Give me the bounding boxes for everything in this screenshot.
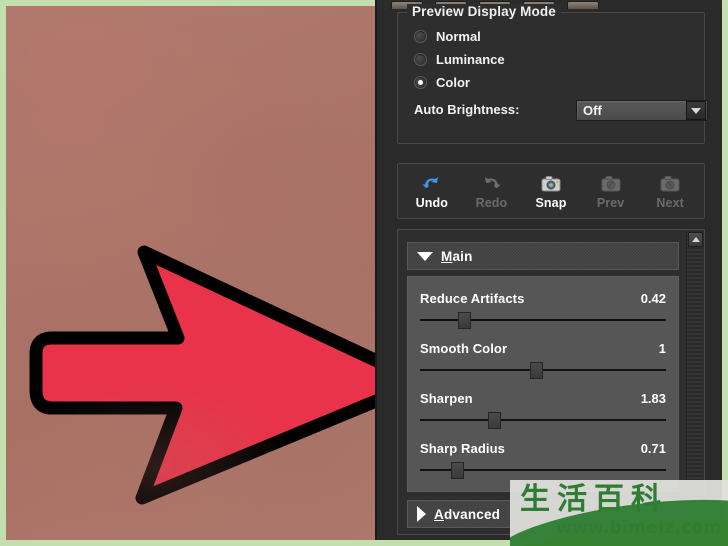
radio-normal-label: Normal <box>436 29 481 44</box>
slider-reduce-artifacts-label: Reduce Artifacts <box>420 291 525 306</box>
section-advanced-rest: dvanced <box>443 506 501 522</box>
section-advanced-accel: A <box>434 506 444 522</box>
prev-label: Prev <box>596 195 625 210</box>
radio-normal[interactable]: Normal <box>414 29 481 44</box>
tab-stub <box>567 1 599 9</box>
slider-reduce-artifacts: Reduce Artifacts 0.42 <box>420 291 666 329</box>
camera-icon <box>539 173 563 195</box>
history-toolbar: Undo Redo Snap Prev Next <box>397 163 705 219</box>
snap-button[interactable]: Snap <box>525 173 577 210</box>
section-header-main[interactable]: Main <box>407 242 679 270</box>
section-main-label: Main <box>441 249 473 264</box>
photo-background <box>6 6 375 540</box>
radio-color-label: Color <box>436 75 470 90</box>
undo-arrow-icon <box>420 173 444 195</box>
triangle-right-icon <box>417 506 426 522</box>
prev-button[interactable]: Prev <box>585 173 637 210</box>
undo-label: Undo <box>415 195 448 210</box>
adjustment-panel: Preview Display Mode Normal Luminance Co… <box>375 0 722 540</box>
adjustments-container: Main Reduce Artifacts 0.42 Smooth Color … <box>397 229 705 535</box>
slider-sharp-radius: Sharp Radius 0.71 <box>420 441 666 479</box>
vertical-scrollbar[interactable] <box>686 231 703 534</box>
chevron-down-icon[interactable] <box>686 101 706 120</box>
next-label: Next <box>656 195 684 210</box>
auto-brightness-select[interactable]: Off <box>576 100 708 121</box>
slider-smooth-color: Smooth Color 1 <box>420 341 666 379</box>
radio-luminance[interactable]: Luminance <box>414 52 505 67</box>
next-button[interactable]: Next <box>644 173 696 210</box>
radio-color-dot[interactable] <box>414 76 427 89</box>
redo-label: Redo <box>475 195 508 210</box>
slider-sharpen-track[interactable] <box>420 412 666 429</box>
slider-smooth-color-thumb[interactable] <box>529 362 543 379</box>
slider-smooth-color-track[interactable] <box>420 362 666 379</box>
slider-sharp-radius-label: Sharp Radius <box>420 441 505 456</box>
auto-brightness-label: Auto Brightness: <box>414 102 520 117</box>
preview-display-mode-group: Preview Display Mode Normal Luminance Co… <box>397 4 708 144</box>
redo-button[interactable]: Redo <box>465 173 517 210</box>
auto-brightness-value: Off <box>583 103 602 118</box>
triangle-down-icon <box>417 251 433 261</box>
slider-sharp-radius-thumb[interactable] <box>450 462 464 479</box>
section-header-advanced[interactable]: Advanced <box>407 500 679 528</box>
slider-list: Reduce Artifacts 0.42 Smooth Color 1 Sha… <box>407 276 679 492</box>
slider-smooth-color-label: Smooth Color <box>420 341 508 356</box>
slider-sharpen-thumb[interactable] <box>487 412 501 429</box>
slider-reduce-artifacts-thumb[interactable] <box>458 312 472 329</box>
preview-display-mode-caption: Preview Display Mode <box>407 4 561 19</box>
slider-sharpen-label: Sharpen <box>420 391 473 406</box>
red-arrow-annotation <box>29 245 375 505</box>
radio-luminance-dot[interactable] <box>414 53 427 66</box>
auto-brightness-row: Auto Brightness: Off <box>414 100 708 121</box>
screenshot-canvas: Preview Display Mode Normal Luminance Co… <box>0 0 728 546</box>
slider-sharpen-value: 1.83 <box>640 391 666 406</box>
slider-sharp-radius-value: 0.71 <box>640 441 666 456</box>
camera-next-icon <box>658 173 682 195</box>
radio-color[interactable]: Color <box>414 75 470 90</box>
slider-sharp-radius-track[interactable] <box>420 462 666 479</box>
slider-sharpen: Sharpen 1.83 <box>420 391 666 429</box>
section-main-rest: ain <box>452 248 473 264</box>
undo-button[interactable]: Undo <box>406 173 458 210</box>
slider-reduce-artifacts-value: 0.42 <box>640 291 666 306</box>
radio-luminance-label: Luminance <box>436 52 505 67</box>
redo-arrow-icon <box>479 173 503 195</box>
radio-normal-dot[interactable] <box>414 30 427 43</box>
slider-reduce-artifacts-track[interactable] <box>420 312 666 329</box>
camera-prev-icon <box>599 173 623 195</box>
scroll-up-arrow-icon[interactable] <box>688 232 703 247</box>
slider-smooth-color-value: 1 <box>658 341 666 356</box>
snap-label: Snap <box>535 195 567 210</box>
section-main-accel: M <box>441 248 453 264</box>
section-advanced-label: Advanced <box>434 507 500 522</box>
